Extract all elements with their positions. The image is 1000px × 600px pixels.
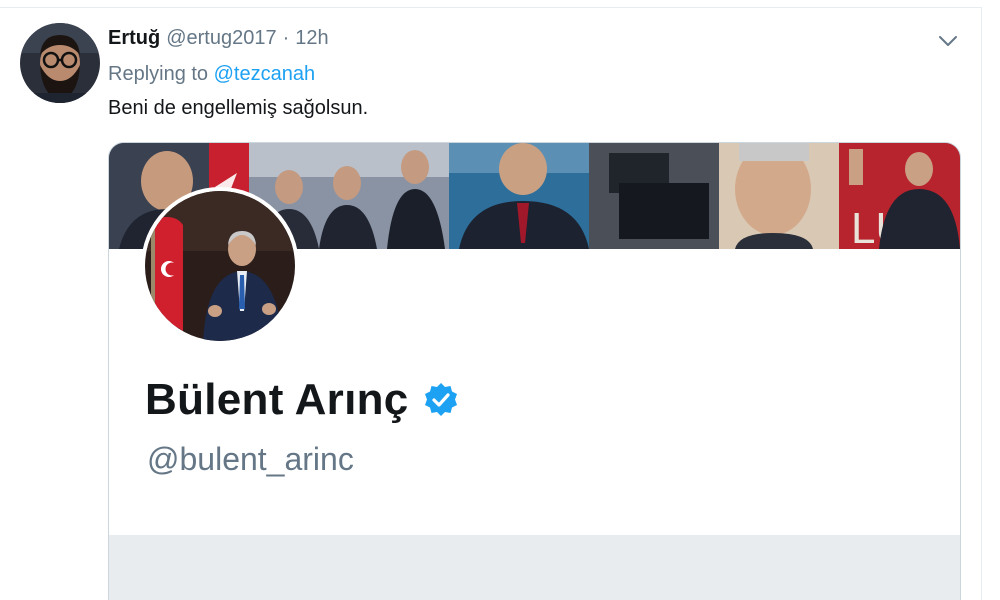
profile-avatar[interactable] [141,187,299,345]
reply-mention-link[interactable]: @tezcanah [214,63,315,85]
tweet-text: Beni de engellemiş sağolsun. [108,97,369,119]
header-separator: · [282,27,290,49]
author-name[interactable]: Ertuğ [108,27,160,50]
chevron-down-icon [939,36,957,46]
tweet-page: Ertuğ @ertug2017 · 12h Replying to @tezc… [0,0,1000,600]
profile-name-text: Bülent Arınç [145,375,409,424]
tweet-header: Ertuğ @ertug2017 · 12h [108,27,329,53]
author-avatar[interactable] [20,23,100,103]
top-divider [0,7,982,8]
tweet-timestamp[interactable]: 12h [295,27,328,50]
profile-handle[interactable]: @bulent_arinc [147,441,354,478]
card-footer-area [109,535,960,600]
verified-badge-icon [423,382,459,418]
reply-context: Replying to @tezcanah [108,63,315,86]
profile-card[interactable]: LU Bülent Arınç @bulent_arinc [108,142,961,600]
timeline-border [981,7,982,600]
reply-prefix: Replying to [108,63,209,85]
author-handle[interactable]: @ertug2017 [166,27,276,50]
tweet-options-button[interactable] [934,30,962,52]
profile-name[interactable]: Bülent Arınç [145,375,459,425]
